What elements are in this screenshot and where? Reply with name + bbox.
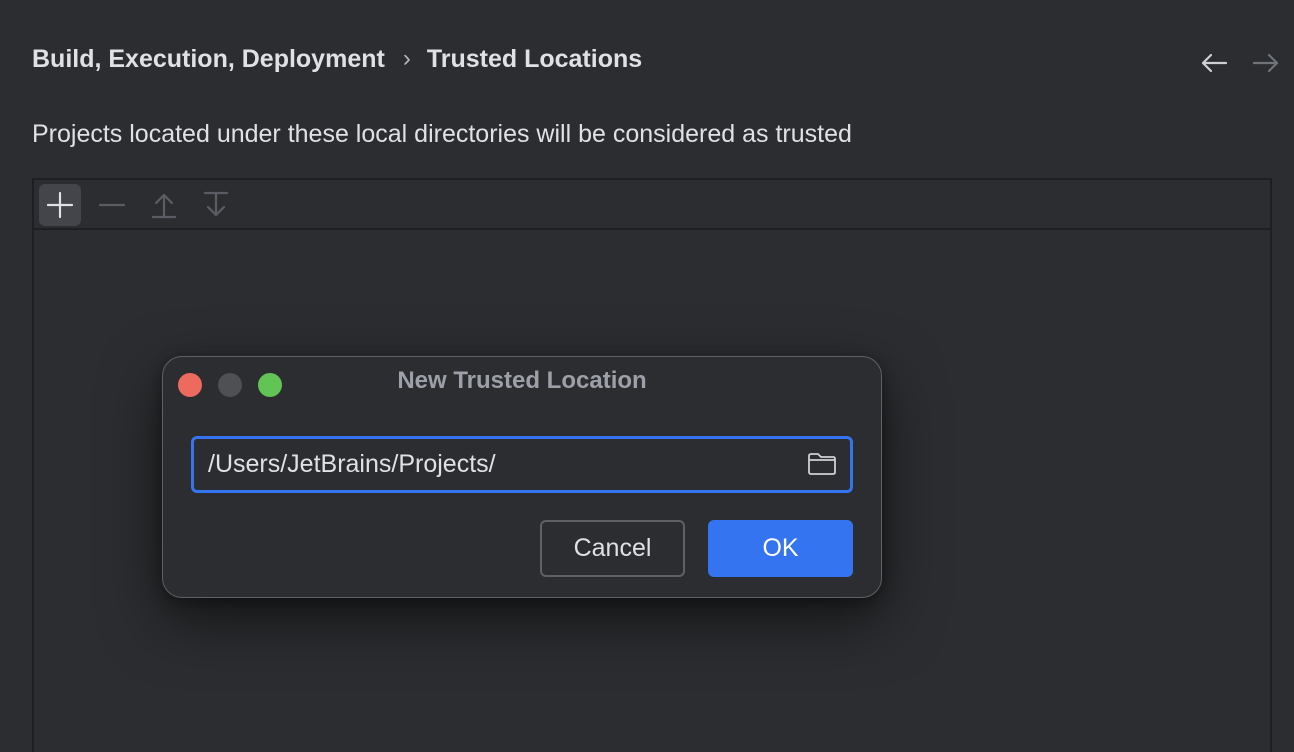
plus-icon	[46, 191, 74, 219]
description-text: Projects located under these local direc…	[32, 120, 852, 148]
move-down-button[interactable]	[195, 184, 237, 226]
cancel-button[interactable]: Cancel	[540, 520, 685, 577]
move-up-icon	[151, 193, 177, 219]
back-button[interactable]	[1197, 46, 1231, 80]
list-toolbar	[34, 180, 1270, 230]
breadcrumb-current: Trusted Locations	[426, 44, 643, 73]
forward-button[interactable]	[1249, 46, 1283, 80]
browse-folder-button[interactable]	[806, 450, 838, 478]
new-trusted-location-dialog: New Trusted Location Cancel OK	[162, 356, 882, 598]
location-path-field	[191, 436, 853, 493]
minus-icon	[98, 203, 126, 207]
breadcrumb-separator: ›	[402, 45, 411, 72]
add-location-button[interactable]	[39, 184, 81, 226]
arrow-right-icon	[1252, 53, 1279, 73]
arrow-left-icon	[1201, 53, 1228, 73]
folder-icon	[808, 453, 836, 475]
breadcrumb-parent[interactable]: Build, Execution, Deployment	[32, 45, 385, 74]
dialog-title: New Trusted Location	[397, 367, 647, 394]
remove-location-button[interactable]	[91, 184, 133, 226]
settings-page: Build, Execution, Deployment › Trusted L…	[0, 0, 1294, 752]
ok-button[interactable]: OK	[708, 520, 853, 577]
move-down-icon	[203, 191, 229, 217]
move-up-button[interactable]	[143, 184, 185, 226]
location-path-input[interactable]	[208, 439, 788, 490]
breadcrumb: Build, Execution, Deployment › Trusted L…	[32, 42, 642, 76]
